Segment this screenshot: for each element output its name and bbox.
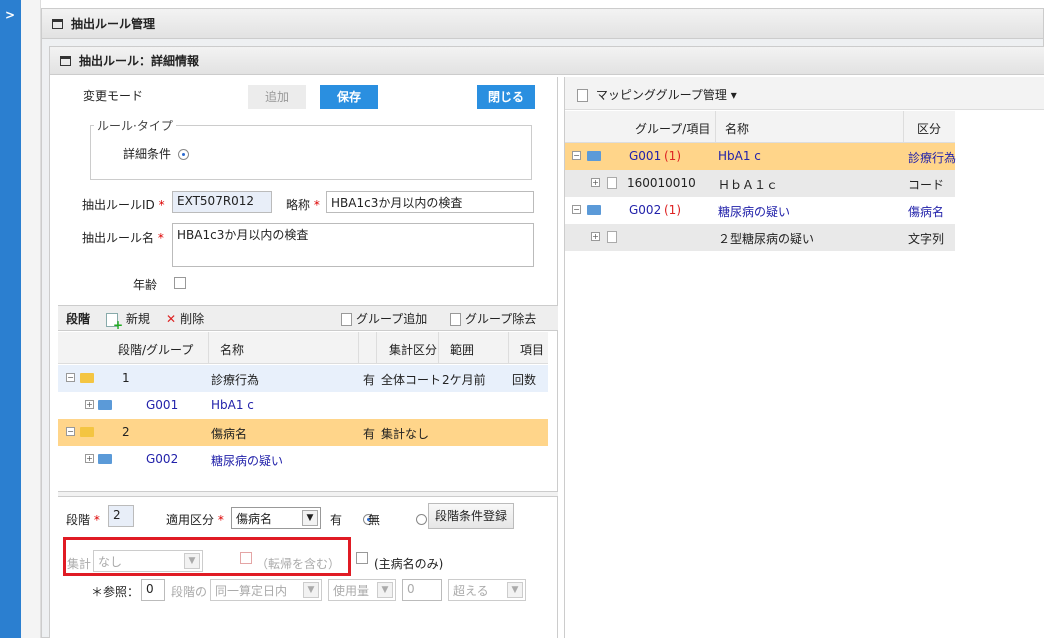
col-name: 名称 bbox=[220, 343, 245, 357]
mapping-row[interactable]: − G001 (1) HbA1 c 診療行為 bbox=[565, 143, 956, 170]
register-stage-button[interactable]: 段階条件登録 bbox=[428, 503, 514, 529]
col-group-item: グループ/項目 bbox=[635, 122, 711, 136]
document-icon bbox=[607, 231, 617, 243]
rule-detail-form: 変更モード 追加 保存 閉じる ルール·タイプ 詳細条件 抽出ルールID * E… bbox=[58, 77, 558, 638]
chevron-down-icon: ▼ bbox=[507, 582, 523, 598]
yes-label: 有 bbox=[330, 513, 343, 527]
mapping-menu-button[interactable]: マッピンググループ管理 ▾ bbox=[577, 86, 737, 103]
new-stage-button[interactable]: 新規 bbox=[106, 310, 150, 332]
collapse-icon[interactable]: − bbox=[66, 427, 75, 436]
age-label: 年齢 bbox=[133, 278, 158, 292]
mapping-row[interactable]: + ２型糖尿病の疑い 文字列 bbox=[565, 224, 955, 251]
expand-icon[interactable]: + bbox=[85, 454, 94, 463]
col-category: 区分 bbox=[917, 122, 942, 136]
rail-gap bbox=[21, 0, 41, 638]
rule-type-option-label: 詳細条件 bbox=[123, 147, 172, 161]
col-mapping-name: 名称 bbox=[725, 122, 750, 136]
stage-label: 段階 * bbox=[66, 513, 100, 527]
stage-toolbar-title: 段階 bbox=[66, 312, 91, 326]
group-row[interactable]: + G002 糖尿病の疑い bbox=[58, 446, 548, 473]
collapse-icon[interactable]: − bbox=[572, 205, 581, 214]
folder-icon bbox=[98, 454, 112, 464]
close-button[interactable]: 閉じる bbox=[477, 85, 535, 109]
main-disease-only-label: (主病名のみ) bbox=[374, 557, 444, 571]
stage-row[interactable]: − 2 傷病名 有 集計なし bbox=[58, 419, 548, 446]
mapping-row[interactable]: + 160010010 ＨｂＡ１ｃ コード bbox=[565, 170, 955, 197]
quantity-field[interactable]: 0 bbox=[402, 579, 442, 601]
splitter[interactable] bbox=[58, 491, 558, 497]
save-button[interactable]: 保存 bbox=[320, 85, 378, 109]
rule-name-label: 抽出ルール名 * bbox=[82, 231, 164, 245]
add-button[interactable]: 追加 bbox=[248, 85, 306, 109]
folder-icon bbox=[587, 151, 601, 161]
folder-icon bbox=[587, 205, 601, 215]
short-name-field[interactable]: HBA1c3か月以内の検査 bbox=[326, 191, 534, 213]
rule-type-legend: ルール·タイプ bbox=[94, 117, 176, 134]
stage-grid-header: 段階/グループ 名称 集計区分 範囲 項目 bbox=[58, 332, 548, 364]
document-icon bbox=[450, 313, 461, 326]
stage-row[interactable]: − 1 診療行為 有 全体コート 2ケ月前 回数 bbox=[58, 365, 548, 392]
window-icon bbox=[60, 55, 71, 66]
usage-select[interactable]: 使用量 ▼ bbox=[328, 579, 396, 601]
collapse-icon[interactable]: − bbox=[66, 373, 75, 382]
col-range: 範囲 bbox=[450, 343, 475, 357]
group-row[interactable]: + G001 HbA1 c bbox=[58, 392, 548, 419]
document-icon bbox=[607, 177, 617, 189]
rule-name-field[interactable]: HBA1c3か月以内の検査 bbox=[172, 223, 534, 267]
chevron-down-icon: ▼ bbox=[377, 582, 393, 598]
outer-panel-title: 抽出ルール管理 bbox=[71, 17, 156, 31]
stage-toolbar: 段階 新規 ✕削除 グループ追加 グループ除去 bbox=[58, 305, 558, 332]
rule-id-label: 抽出ルールID * bbox=[82, 198, 165, 212]
main-disease-only-checkbox[interactable] bbox=[356, 552, 368, 564]
apply-label: 適用区分 * bbox=[166, 513, 224, 527]
collapse-icon[interactable]: − bbox=[572, 151, 581, 160]
mapping-group-panel: マッピンググループ管理 ▾ グループ/項目 名称 区分 − G001 (1) H… bbox=[564, 77, 1044, 638]
group-add-button[interactable]: グループ追加 bbox=[341, 310, 427, 327]
outer-panel: 抽出ルール管理 抽出ルール：詳細情報 変更モード 追加 保存 閉じる ルール·タ… bbox=[41, 8, 1044, 638]
col-stage-group: 段階/グループ bbox=[118, 343, 194, 357]
rule-type-radio[interactable] bbox=[178, 149, 189, 160]
outer-panel-header: 抽出ルール管理 bbox=[42, 9, 1043, 39]
inner-panel-title: 抽出ルール：詳細情報 bbox=[79, 54, 200, 68]
folder-icon bbox=[80, 373, 94, 383]
folder-icon bbox=[80, 427, 94, 437]
delete-stage-button[interactable]: ✕ 削除 bbox=[166, 310, 204, 327]
short-name-label: 略称 * bbox=[286, 198, 320, 212]
reference-label: ＊参照： bbox=[91, 585, 140, 599]
group-remove-button[interactable]: グループ除去 bbox=[450, 310, 536, 327]
no-label: 無 bbox=[368, 513, 381, 527]
period-select[interactable]: 同一算定日内 ▼ bbox=[210, 579, 322, 601]
apply-select[interactable]: 傷病名 ▼ bbox=[231, 507, 321, 529]
col-item: 項目 bbox=[520, 343, 545, 357]
col-aggregation: 集計区分 bbox=[389, 343, 438, 357]
age-checkbox[interactable] bbox=[174, 277, 186, 289]
stage-number-field[interactable]: 2 bbox=[108, 505, 134, 527]
left-rail: > bbox=[0, 0, 21, 638]
chevron-down-icon: ▼ bbox=[302, 510, 318, 526]
delete-icon: ✕ bbox=[166, 312, 177, 326]
document-icon bbox=[577, 89, 588, 102]
folder-icon bbox=[98, 400, 112, 410]
new-icon bbox=[106, 312, 123, 332]
mapping-toolbar: マッピンググループ管理 ▾ bbox=[565, 77, 1044, 110]
inner-panel: 抽出ルール：詳細情報 変更モード 追加 保存 閉じる ルール·タイプ 詳細条件 … bbox=[49, 46, 1044, 638]
stage-of-label: 段階の bbox=[171, 585, 208, 599]
rule-id-field[interactable]: EXT507R012 bbox=[172, 191, 272, 213]
mapping-grid-header: グループ/項目 名称 区分 bbox=[565, 111, 955, 143]
no-radio[interactable] bbox=[415, 514, 427, 525]
highlight-box bbox=[63, 537, 351, 576]
inner-panel-header: 抽出ルール：詳細情報 bbox=[50, 47, 1044, 75]
expand-chevron-icon[interactable]: > bbox=[5, 8, 15, 22]
document-icon bbox=[341, 313, 352, 326]
window-icon bbox=[52, 18, 63, 29]
chevron-down-icon: ▼ bbox=[303, 582, 319, 598]
exceed-select[interactable]: 超える ▼ bbox=[448, 579, 526, 601]
expand-icon[interactable]: + bbox=[591, 178, 600, 187]
expand-icon[interactable]: + bbox=[591, 232, 600, 241]
expand-icon[interactable]: + bbox=[85, 400, 94, 409]
mode-label: 変更モード bbox=[83, 89, 144, 103]
mapping-row[interactable]: − G002 (1) 糖尿病の疑い 傷病名 bbox=[565, 197, 955, 224]
reference-stage-field[interactable]: 0 bbox=[141, 579, 165, 601]
